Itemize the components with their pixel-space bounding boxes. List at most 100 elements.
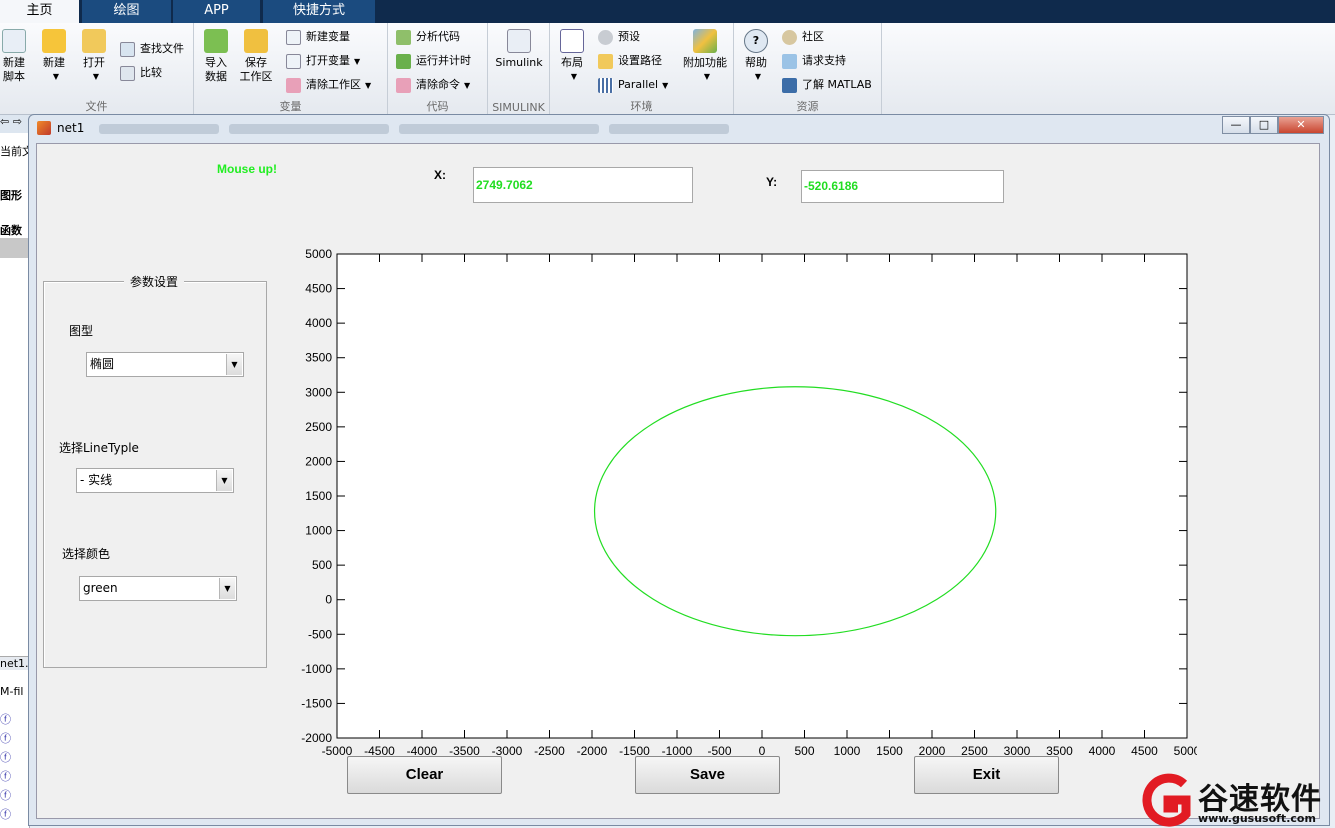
function-icon[interactable]: ⓕ [0, 768, 30, 784]
find-files-button[interactable]: 查找文件 [120, 39, 184, 59]
new-plus-icon [42, 29, 66, 53]
tree-figures[interactable]: 图形 [0, 187, 30, 203]
close-button[interactable]: ✕ [1278, 116, 1324, 134]
y-tick-label: 3000 [305, 385, 332, 399]
request-support-button[interactable]: 请求支持 [782, 51, 846, 71]
linetype-label: 选择LineTyple [59, 441, 139, 455]
linetype-dropdown[interactable]: - 实线 ▼ [76, 468, 234, 493]
watermark: 谷速软件 www.gususoft.com [1138, 772, 1335, 828]
toolstrip: 新建 脚本 新建 ▼ 打开 ▼ 查找文件 比较 文件 导入 数据 保存 工作区 新建… [0, 23, 1335, 115]
group-environment: 布局 ▼ 预设 设置路径 Parallel ▼ 附加功能 ▼ 环境 [550, 23, 734, 115]
y-tick-label: -1500 [301, 696, 332, 710]
x-tick-label: 4000 [1089, 744, 1116, 758]
group-label-code: 代码 [426, 100, 449, 113]
run-and-time-button[interactable]: 运行并计时 [396, 51, 471, 71]
import-data-button[interactable]: 导入 数据 [196, 27, 236, 84]
new-variable-icon [286, 30, 301, 45]
y-tick-label: 3500 [305, 351, 332, 365]
tab-plots[interactable]: 绘图 [82, 0, 172, 23]
save-button[interactable]: Save [635, 756, 780, 794]
function-icon[interactable]: ⓕ [0, 749, 30, 765]
run-time-icon [396, 54, 411, 69]
addons-icon [693, 29, 717, 53]
compare-icon [120, 66, 135, 81]
chevron-down-icon[interactable]: ▼ [219, 578, 235, 599]
group-code: 分析代码 运行并计时 清除命令 ▼ 代码 [388, 23, 488, 115]
y-tick-label: 4000 [305, 316, 332, 330]
linetype-value: - 实线 [80, 473, 113, 487]
tree-selection [0, 238, 30, 258]
tab-apps[interactable]: APP [173, 0, 261, 23]
group-file: 新建 脚本 新建 ▼ 打开 ▼ 查找文件 比较 文件 [0, 23, 194, 115]
blurred-path [99, 124, 219, 134]
clear-workspace-button[interactable]: 清除工作区 ▼ [286, 75, 371, 95]
matlab-left-panel: ⇦ ⇨ 当前文 图形 函数 net1.m M-fil ⓕ ⓕ ⓕ ⓕ ⓕ ⓕ [0, 115, 30, 828]
minimize-button[interactable]: — [1222, 116, 1250, 134]
clear-button[interactable]: Clear [347, 756, 502, 794]
open-variable-icon [286, 54, 301, 69]
function-icon[interactable]: ⓕ [0, 806, 30, 822]
new-variable-button[interactable]: 新建变量 [286, 27, 350, 47]
preferences-button[interactable]: 预设 [598, 27, 640, 47]
chevron-down-icon[interactable]: ▼ [216, 470, 232, 491]
file-tab[interactable]: net1.m [0, 656, 30, 670]
open-variable-button[interactable]: 打开变量 ▼ [286, 51, 360, 71]
y-tick-label: -1000 [301, 662, 332, 676]
simulink-button[interactable]: Simulink [493, 27, 545, 70]
y-tick-label: 5000 [305, 247, 332, 261]
function-icon[interactable]: ⓕ [0, 787, 30, 803]
new-button[interactable]: 新建 ▼ [34, 27, 74, 84]
function-icon[interactable]: ⓕ [0, 711, 30, 727]
y-tick-label: -500 [308, 627, 332, 641]
parallel-button[interactable]: Parallel ▼ [598, 75, 668, 95]
addons-button[interactable]: 附加功能 ▼ [680, 27, 730, 84]
group-resources: ? 帮助 ▼ 社区 请求支持 了解 MATLAB 资源 [734, 23, 882, 115]
save-workspace-button[interactable]: 保存 工作区 [236, 27, 276, 84]
clear-workspace-icon [286, 78, 301, 93]
y-label: Y: [766, 175, 778, 189]
current-folder-label: 当前文 [0, 145, 30, 158]
plot-area [336, 253, 1188, 739]
function-icon[interactable]: ⓕ [0, 730, 30, 746]
y-tick-label: 4500 [305, 282, 332, 296]
status-text: Mouse up! [217, 162, 277, 176]
blurred-path [609, 124, 729, 134]
toolstrip-tabs: 主页 绘图 APP 快捷方式 [0, 0, 1335, 23]
shape-dropdown[interactable]: 椭圆 ▼ [86, 352, 244, 377]
y-coordinate-field[interactable]: -520.6186 [801, 170, 1004, 203]
set-path-icon [598, 54, 613, 69]
open-button[interactable]: 打开 ▼ [74, 27, 114, 84]
tab-home[interactable]: 主页 [0, 0, 80, 23]
shape-value: 椭圆 [90, 357, 115, 371]
find-icon [120, 42, 135, 57]
window-titlebar[interactable]: net1 — □ ✕ [29, 115, 1329, 143]
color-dropdown[interactable]: green ▼ [79, 576, 237, 601]
y-tick-label: 1000 [305, 524, 332, 538]
blurred-path [229, 124, 389, 134]
new-script-icon [2, 29, 26, 53]
analyze-code-button[interactable]: 分析代码 [396, 27, 460, 47]
chevron-down-icon[interactable]: ▼ [226, 354, 242, 375]
community-button[interactable]: 社区 [782, 27, 824, 47]
tab-shortcuts[interactable]: 快捷方式 [263, 0, 376, 23]
nav-back-icon[interactable]: ⇦ ⇨ [0, 115, 30, 133]
help-button[interactable]: ? 帮助 ▼ [736, 27, 776, 84]
clear-commands-button[interactable]: 清除命令 ▼ [396, 75, 470, 95]
new-script-button[interactable]: 新建 脚本 [0, 27, 34, 84]
y-tick-label: 2500 [305, 420, 332, 434]
maximize-button[interactable]: □ [1250, 116, 1278, 134]
x-tick-label: -2000 [577, 744, 608, 758]
plot-axes[interactable]: -5000 -4500 -4000 -3500 -3000 -2500 -2000 -1500… [297, 226, 1197, 766]
learn-matlab-button[interactable]: 了解 MATLAB [782, 75, 872, 95]
parallel-icon [598, 78, 613, 93]
group-simulink: Simulink SIMULINK [488, 23, 550, 115]
learn-icon [782, 78, 797, 93]
layout-button[interactable]: 布局 ▼ [552, 27, 592, 84]
panel-title: 参数设置 [124, 273, 185, 290]
x-coordinate-field[interactable]: 2749.7062 [473, 167, 693, 203]
exit-button[interactable]: Exit [914, 756, 1059, 794]
layout-icon [560, 29, 584, 53]
tree-functions[interactable]: 函数 [0, 222, 30, 238]
set-path-button[interactable]: 设置路径 [598, 51, 662, 71]
compare-button[interactable]: 比较 [120, 63, 162, 83]
